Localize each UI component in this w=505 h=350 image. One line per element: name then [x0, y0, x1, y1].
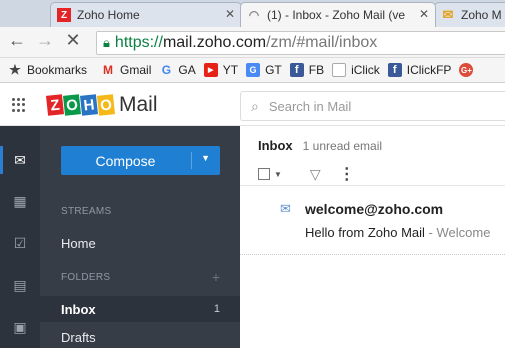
- bookmark-iclick[interactable]: iClick: [332, 63, 380, 77]
- tab-close-icon[interactable]: ✕: [416, 7, 429, 21]
- notes-icon[interactable]: ▤: [10, 275, 30, 295]
- search-icon: ⌕: [251, 97, 259, 114]
- product-name: Mail: [119, 93, 158, 116]
- unread-envelope-icon: ✉: [280, 201, 291, 216]
- mail-navigation-pane: Compose ▼ STREAMS Home FOLDERS + Inbox 1…: [40, 126, 240, 348]
- bookmark-label: iClick: [351, 63, 380, 77]
- calendar-icon[interactable]: ▦: [10, 191, 30, 211]
- bookmarks-bar: ★ Bookmarks M Gmail G GA ▶ YT G GT f FB …: [0, 58, 505, 83]
- bookmark-bookmarks[interactable]: ★ Bookmarks: [8, 62, 88, 77]
- email-subject-line: Hello from Zoho Mail - Welcome: [305, 225, 490, 240]
- unread-summary: 1 unread email: [302, 139, 383, 153]
- toolbar-divider: [240, 185, 505, 186]
- url-scheme: https://: [114, 34, 163, 51]
- select-options-chevron-down-icon[interactable]: ▼: [274, 170, 282, 179]
- zoho-favicon-icon: Z: [57, 8, 71, 22]
- address-bar[interactable]: 🔒︎ https:// mail.zoho.com /zm/#mail/inbo…: [96, 31, 505, 55]
- bookmark-label: Gmail: [120, 63, 152, 77]
- list-end-divider: [240, 254, 505, 255]
- app-header: Z O H O Mail ⌕ Search in Mail: [0, 84, 505, 126]
- tasks-icon[interactable]: ☑: [10, 233, 30, 253]
- logo-letter-o: O: [62, 94, 82, 116]
- bookmark-yt[interactable]: ▶ YT: [203, 63, 239, 77]
- back-arrow-icon[interactable]: ←: [6, 30, 28, 51]
- bookmark-gt[interactable]: G GT: [246, 63, 282, 77]
- mail-icon[interactable]: ✉: [10, 150, 30, 170]
- gmail-icon: M: [103, 63, 114, 77]
- url-path: /zm/#mail/inbox: [266, 34, 378, 51]
- envelope-favicon-icon: ✉: [442, 7, 454, 22]
- browser-tab-inbox[interactable]: ◠ (1) - Inbox - Zoho Mail (ve ✕: [240, 2, 436, 27]
- logo-letter-o2: O: [96, 94, 116, 116]
- browser-tab-zoho-mail[interactable]: ✉ Zoho M: [434, 2, 505, 27]
- compose-dropdown-icon[interactable]: ▼: [201, 153, 210, 163]
- folder-row-inbox[interactable]: Inbox 1: [40, 296, 240, 322]
- email-snippet: - Welcome: [424, 225, 491, 240]
- google-icon: G: [161, 63, 172, 77]
- compose-divider: [191, 152, 192, 169]
- bookmark-label: IClickFP: [406, 63, 452, 77]
- mail-list-pane: Inbox 1 unread email ▼ ▽ ⋮ ✉ welcome@zoho…: [240, 126, 505, 348]
- facebook-icon: f: [289, 63, 304, 77]
- compose-button[interactable]: Compose ▼: [61, 146, 220, 175]
- unread-count: 1: [213, 303, 220, 315]
- url-host: mail.zoho.com: [162, 34, 267, 51]
- list-toolbar: ▼ ▽ ⋮: [258, 164, 355, 184]
- page-icon: [332, 63, 347, 77]
- bookmark-gmail[interactable]: M Gmail: [101, 63, 151, 77]
- app-launcher-grid-icon[interactable]: [12, 98, 26, 112]
- folder-row-drafts[interactable]: Drafts: [40, 324, 240, 350]
- nav-item-home[interactable]: Home: [61, 236, 96, 251]
- folders-heading: FOLDERS: [61, 272, 111, 283]
- folder-label: Drafts: [61, 330, 96, 345]
- browser-toolbar: ← → ✕ 🔒︎ https:// mail.zoho.com /zm/#mai…: [0, 27, 505, 58]
- loading-spinner-icon: ◠: [248, 8, 260, 22]
- select-all-checkbox[interactable]: [258, 168, 270, 180]
- filter-icon[interactable]: ▽: [310, 166, 321, 183]
- browser-tab-zoho-home[interactable]: Z Zoho Home ✕: [50, 2, 242, 27]
- tab-close-icon[interactable]: ✕: [225, 7, 235, 21]
- bookmark-label: YT: [222, 63, 239, 77]
- email-subject: Hello from Zoho Mail: [305, 225, 425, 240]
- stop-loading-icon[interactable]: ✕: [62, 30, 84, 51]
- streams-heading: STREAMS: [61, 206, 112, 217]
- browser-tab-strip: Z Zoho Home ✕ ◠ (1) - Inbox - Zoho Mail …: [0, 0, 505, 27]
- email-list-item[interactable]: ✉ welcome@zoho.com Hello from Zoho Mail …: [240, 196, 505, 254]
- add-folder-icon[interactable]: +: [212, 269, 220, 285]
- logo-letter-h: H: [79, 94, 99, 116]
- translate-icon: G: [246, 63, 261, 77]
- folder-header: Inbox 1 unread email: [258, 138, 382, 153]
- email-sender: welcome@zoho.com: [305, 201, 444, 217]
- zoho-mail-logo[interactable]: Z O H O Mail: [45, 93, 158, 117]
- contacts-icon[interactable]: ▣: [10, 317, 30, 337]
- facebook-icon: f: [387, 63, 402, 77]
- more-options-kebab-icon[interactable]: ⋮: [339, 164, 355, 184]
- search-placeholder: Search in Mail: [268, 98, 352, 114]
- forward-arrow-icon[interactable]: →: [34, 30, 56, 51]
- google-plus-icon: G+: [459, 63, 474, 77]
- search-input[interactable]: ⌕ Search in Mail: [240, 91, 505, 121]
- bookmark-fb[interactable]: f FB: [289, 63, 325, 77]
- bookmark-label: GT: [265, 63, 282, 77]
- folder-title: Inbox: [258, 138, 293, 153]
- folder-label: Inbox: [61, 302, 96, 317]
- lock-icon: 🔒︎: [103, 35, 110, 50]
- star-icon: ★: [9, 62, 21, 77]
- tab-title: Zoho Home: [77, 8, 140, 22]
- bookmark-iclickfp[interactable]: f IClickFP: [387, 63, 452, 77]
- bookmark-label: Bookmarks: [27, 63, 88, 77]
- tab-title: (1) - Inbox - Zoho Mail (ve: [267, 8, 406, 22]
- bookmark-google-plus[interactable]: G+: [459, 63, 478, 77]
- tab-title: Zoho M: [461, 8, 502, 22]
- app-icon-rail: ✉ ▦ ☑ ▤ ▣: [0, 126, 40, 348]
- compose-label: Compose: [95, 152, 156, 169]
- bookmark-label: GA: [178, 63, 196, 77]
- logo-letter-z: Z: [45, 94, 65, 116]
- youtube-icon: ▶: [203, 63, 218, 77]
- rail-selection-indicator: [0, 146, 3, 174]
- bookmark-ga[interactable]: G GA: [159, 63, 196, 77]
- bookmark-label: FB: [308, 63, 325, 77]
